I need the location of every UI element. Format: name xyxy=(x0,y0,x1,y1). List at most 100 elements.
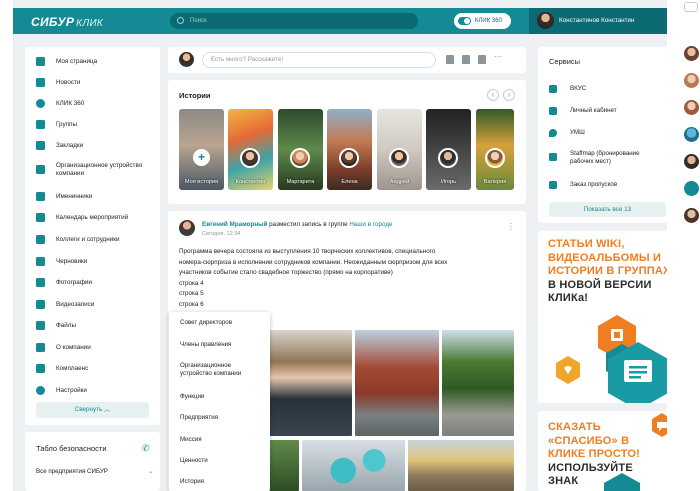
avatar[interactable] xyxy=(684,100,699,115)
avatar[interactable] xyxy=(684,73,699,88)
sidebar-item-settings[interactable]: Настройки xyxy=(25,382,160,400)
post-composer: Есть много? Расскажите! ⋯ xyxy=(168,47,526,73)
story-card[interactable]: Маргарита xyxy=(278,109,323,190)
sidebar-item-colleagues[interactable]: Коллеги и сотрудники xyxy=(25,231,160,249)
sidebar-item-label: Календарь мероприятий xyxy=(56,214,129,221)
post-photo[interactable] xyxy=(302,440,405,491)
post-photo[interactable] xyxy=(442,330,514,436)
sidebar-item-birthdays[interactable]: Именинники xyxy=(25,188,160,206)
avatar xyxy=(339,148,359,168)
group-icon[interactable] xyxy=(684,181,699,196)
post-text: Программа вечера состояла из выступления… xyxy=(179,247,499,310)
sidebar-item-bookmarks[interactable]: Закладки xyxy=(25,137,160,155)
avatar xyxy=(290,148,310,168)
story-card[interactable]: Валерия xyxy=(476,109,514,190)
sidebar-item-my-page[interactable]: Моя страница xyxy=(25,53,160,71)
show-all-services-button[interactable]: Показать все 13 xyxy=(549,202,666,217)
post-date: Сегодня, 12:34 xyxy=(202,231,241,237)
post-photo[interactable] xyxy=(355,330,439,436)
post-photo[interactable] xyxy=(408,440,514,491)
chevron-down-icon[interactable]: ⌄ xyxy=(148,467,154,475)
submenu-item-management[interactable]: Члены правления xyxy=(180,341,231,349)
sidebar-item-videos[interactable]: Видеозаписи xyxy=(25,296,160,314)
sidebar-item-news[interactable]: Новости xyxy=(25,74,160,92)
sidebar-item-klik360[interactable]: КЛИК 360 xyxy=(25,95,160,113)
submenu-item-history[interactable]: История xyxy=(180,478,204,486)
sidebar-item-groups[interactable]: Группы xyxy=(25,116,160,134)
submenu-item-board[interactable]: Совет директоров xyxy=(180,319,232,327)
submenu-item-org-structure[interactable]: Организационное устройство компании xyxy=(180,362,260,378)
submenu-item-values[interactable]: Ценности xyxy=(180,457,208,465)
chat-icon[interactable] xyxy=(684,2,698,12)
search-input[interactable]: Поиск xyxy=(170,13,418,29)
sidebar-item-calendar[interactable]: Календарь мероприятий xyxy=(25,209,160,227)
logo[interactable]: СИБУР КЛИК xyxy=(31,15,103,29)
sidebar-item-compliance[interactable]: Комплаенс xyxy=(25,360,160,378)
promo-banner-thanks[interactable]: СКАЗАТЬ «СПАСИБО» В КЛИКЕ ПРОСТО! ИСПОЛЬ… xyxy=(538,411,667,491)
file-icon[interactable] xyxy=(478,55,486,64)
promo-banner-wiki[interactable]: СТАТЬИ WIKI, ВИДЕОАЛЬБОМЫ И ИСТОРИИ В ГР… xyxy=(538,231,667,403)
avatar xyxy=(179,52,194,67)
service-item-cabinet[interactable]: Личный кабинет xyxy=(549,106,667,118)
service-item-vkus[interactable]: ВКУС xyxy=(549,84,667,96)
avatar xyxy=(537,12,554,29)
avatar xyxy=(438,148,458,168)
sidebar-item-drafts[interactable]: Черновики xyxy=(25,253,160,271)
calendar-icon xyxy=(36,213,45,222)
bookmark-icon xyxy=(36,141,45,150)
sidebar-item-about[interactable]: О компании xyxy=(25,339,160,357)
klik360-toggle-button[interactable]: КЛИК 360 xyxy=(454,13,511,29)
post-photo[interactable] xyxy=(269,330,352,436)
post-action: разместил запись в группе xyxy=(269,221,348,228)
story-card[interactable]: Елена xyxy=(327,109,372,190)
camera-icon[interactable] xyxy=(446,55,454,64)
submenu-item-enterprises[interactable]: Предприятия xyxy=(180,414,218,422)
service-item-umsh[interactable]: УМШ xyxy=(549,128,667,140)
videos-icon xyxy=(36,300,45,309)
sidebar-item-photos[interactable]: Фотографии xyxy=(25,274,160,292)
post-author-link[interactable]: Евгений Мраморный xyxy=(202,221,267,228)
sidebar-item-label: Файлы xyxy=(56,322,77,329)
service-item-passes[interactable]: Заказ пропусков xyxy=(549,180,667,192)
post-photo[interactable] xyxy=(269,440,299,491)
story-card[interactable]: Константин xyxy=(228,109,273,190)
avatar[interactable] xyxy=(684,46,699,61)
sidebar-item-label: Новости xyxy=(56,79,81,86)
sidebar-item-label: Настройки xyxy=(56,387,87,394)
phone-icon[interactable]: ✆ xyxy=(142,443,150,454)
avatar[interactable] xyxy=(684,208,699,223)
sidebar-item-org-structure[interactable]: Организационное устройство компании xyxy=(25,158,160,182)
story-card[interactable]: + Моя история xyxy=(179,109,224,190)
service-item-staffmap[interactable]: Staffmap (бронирование рабочих мест) xyxy=(549,149,667,169)
sidebar-item-files[interactable]: Файлы xyxy=(25,317,160,335)
service-label: Личный кабинет xyxy=(570,107,617,114)
search-placeholder: Поиск xyxy=(190,18,207,24)
more-vertical-icon[interactable]: ⋮ xyxy=(507,222,515,231)
collapse-button[interactable]: Свернуть ︿ xyxy=(36,402,149,418)
avatar[interactable] xyxy=(684,154,699,169)
sidebar-item-label: Моя страница xyxy=(56,58,98,65)
submenu-item-mission[interactable]: Миссия xyxy=(180,436,202,444)
submenu-item-functions[interactable]: Функции xyxy=(180,393,204,401)
colleagues-icon xyxy=(36,235,45,244)
avatar[interactable] xyxy=(179,220,195,236)
app-frame: СИБУР КЛИК Поиск КЛИК 360 Константинов Ко… xyxy=(13,0,667,491)
more-icon[interactable]: ⋯ xyxy=(494,52,502,61)
story-card[interactable]: Андрей xyxy=(377,109,422,190)
story-name: Константин xyxy=(235,178,266,185)
user-menu[interactable]: Константинов Константин xyxy=(529,8,667,34)
org-structure-icon xyxy=(36,165,45,174)
chevron-right-icon[interactable]: › xyxy=(503,89,515,101)
composer-input[interactable]: Есть много? Расскажите! xyxy=(202,52,436,68)
story-card[interactable]: Игорь xyxy=(426,109,471,190)
chevron-left-icon[interactable]: ‹ xyxy=(487,89,499,101)
document-icon[interactable] xyxy=(462,55,470,64)
post-group-link[interactable]: Наши в городе xyxy=(349,221,392,228)
sidebar-item-label: Комплаенс xyxy=(56,365,89,372)
enterprise-select[interactable]: Все предприятия СИБУР xyxy=(36,468,108,475)
post-line: участников событие стало свадебное торже… xyxy=(179,269,393,276)
story-name: Валерия xyxy=(483,178,507,185)
location-icon xyxy=(549,129,557,137)
avatar[interactable] xyxy=(684,127,699,142)
sidebar-item-label: Видеозаписи xyxy=(56,301,95,308)
